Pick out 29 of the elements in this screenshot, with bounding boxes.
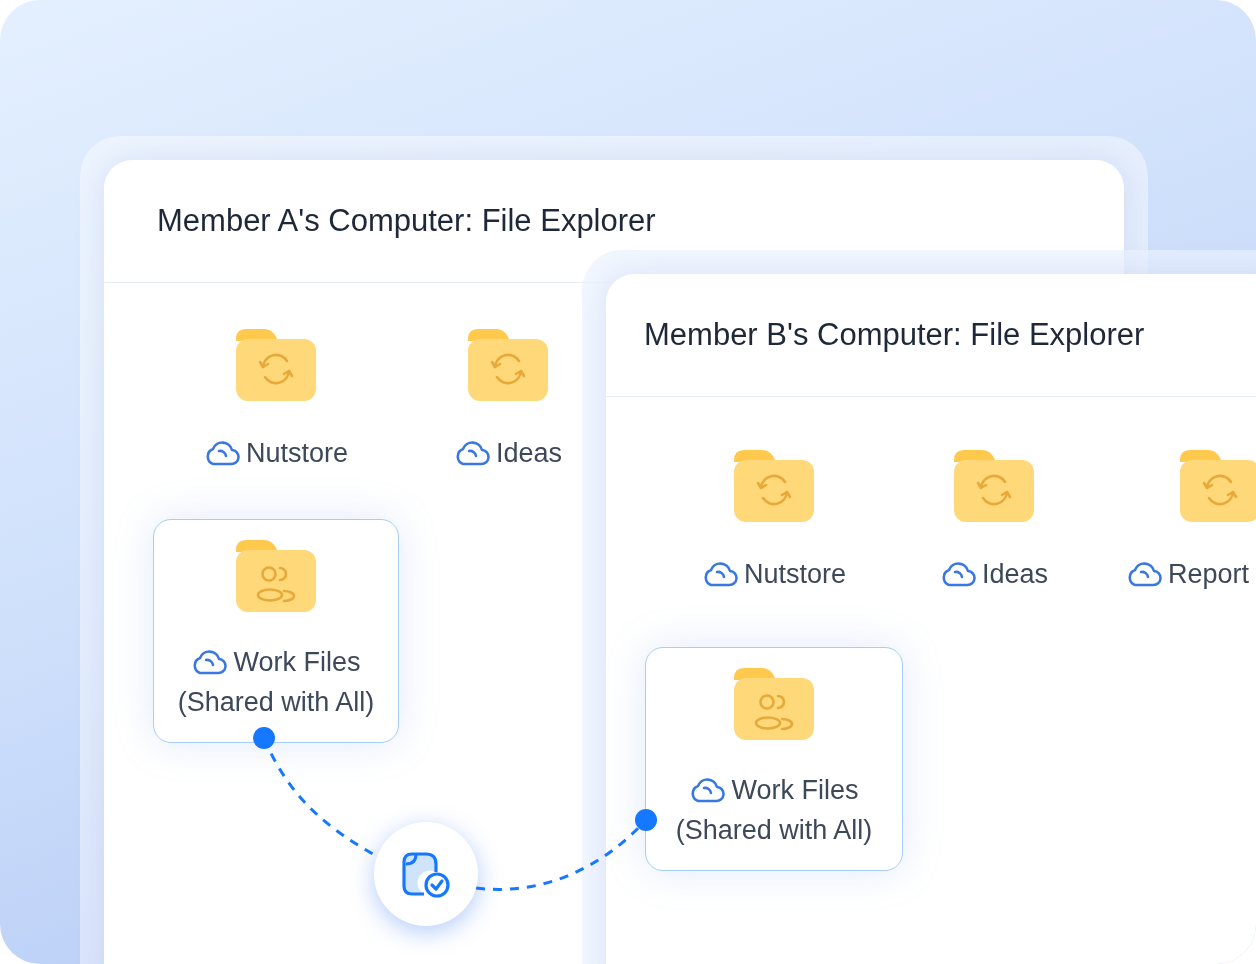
cloud-icon <box>191 648 228 676</box>
cloud-icon <box>203 439 240 467</box>
cloud-icon <box>701 560 738 588</box>
cloud-icon <box>453 439 490 467</box>
sync-folder-icon[interactable] <box>734 450 814 522</box>
shared-folder-icon[interactable] <box>734 668 814 740</box>
folder-card[interactable]: Work Files (Shared with All) <box>645 647 903 871</box>
window-title: Member A's Computer: File Explorer <box>157 203 656 239</box>
folder-name: Ideas <box>495 437 563 470</box>
folder-name: Report <box>1168 558 1250 591</box>
connector-dot <box>253 727 275 749</box>
cloud-icon <box>939 560 976 588</box>
folder-name: Work Files <box>233 646 361 679</box>
shared-folder-icon[interactable] <box>236 540 316 612</box>
sync-folder-icon[interactable] <box>954 450 1034 522</box>
sync-folder-icon[interactable] <box>236 329 316 401</box>
cloud-icon <box>1126 560 1162 588</box>
cloud-icon <box>689 776 726 804</box>
sync-folder-icon[interactable] <box>1180 450 1256 522</box>
folder-name: Nutstore <box>245 437 348 470</box>
folder-card[interactable]: Work Files (Shared with All) <box>153 519 399 743</box>
folder-note: (Shared with All) <box>675 814 873 847</box>
window-title: Member B's Computer: File Explorer <box>644 317 1145 353</box>
sync-folder-icon[interactable] <box>468 329 548 401</box>
folder-name: Nutstore <box>743 558 846 591</box>
folder-name: Work Files <box>731 774 859 807</box>
connector-dot <box>635 809 657 831</box>
folder-note: (Shared with All) <box>177 686 375 719</box>
folder-name: Ideas <box>981 558 1049 591</box>
